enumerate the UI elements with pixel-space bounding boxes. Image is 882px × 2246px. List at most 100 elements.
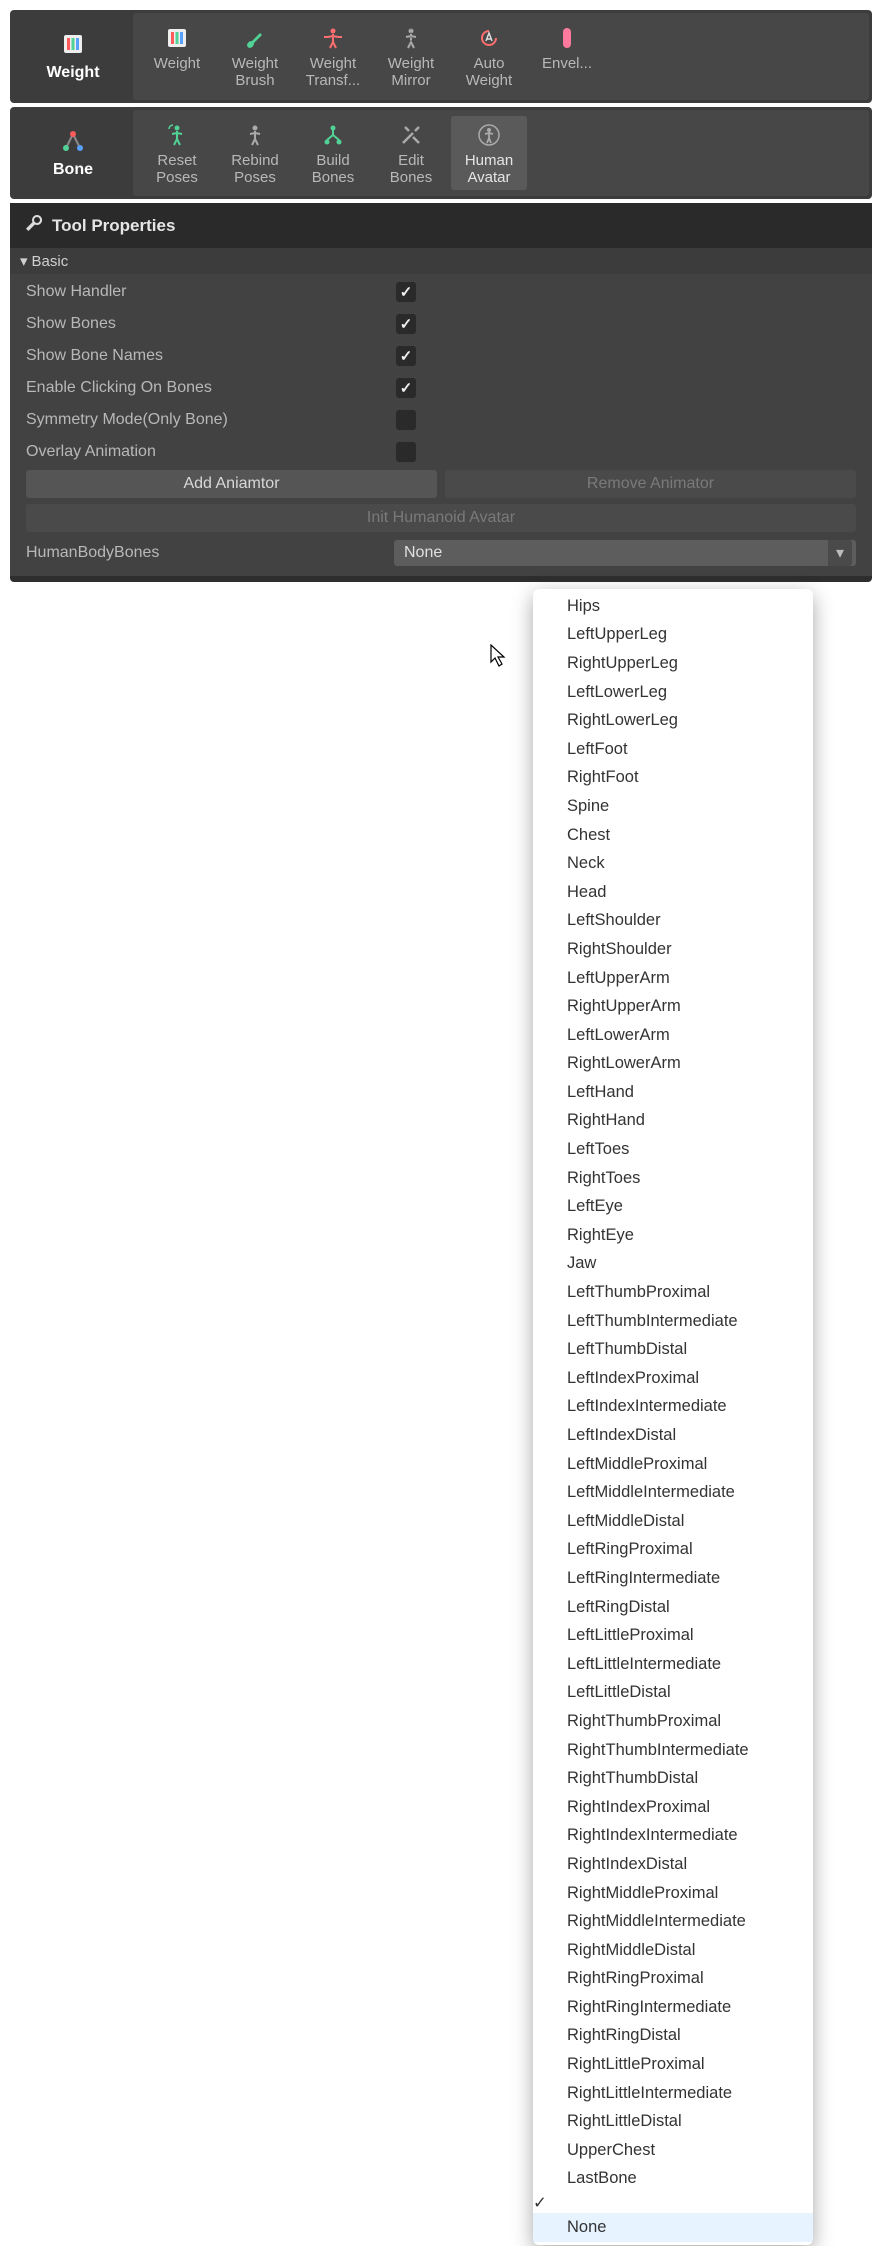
menu-item-none[interactable]: None bbox=[533, 2213, 813, 2242]
sliders-icon bbox=[165, 25, 189, 51]
menu-item-leftupperleg[interactable]: LeftUpperLeg bbox=[533, 621, 813, 650]
menu-item-rightthumbproximal[interactable]: RightThumbProximal bbox=[533, 1707, 813, 1736]
init-humanoid-avatar-button[interactable]: Init Humanoid Avatar bbox=[26, 504, 856, 532]
bone-mode-tab[interactable]: Bone bbox=[13, 110, 133, 197]
menu-item-leftindexintermediate[interactable]: LeftIndexIntermediate bbox=[533, 1393, 813, 1422]
menu-item-rightshoulder[interactable]: RightShoulder bbox=[533, 935, 813, 964]
tool-weight-mirror[interactable]: Weight Mirror bbox=[373, 19, 449, 94]
cursor-icon bbox=[490, 644, 508, 668]
menu-item-leftlittleintermediate[interactable]: LeftLittleIntermediate bbox=[533, 1650, 813, 1679]
menu-item-rightlittleintermediate[interactable]: RightLittleIntermediate bbox=[533, 2079, 813, 2108]
checkbox[interactable] bbox=[396, 378, 416, 398]
humanbodybones-value: None bbox=[404, 544, 442, 562]
menu-item-rightlowerarm[interactable]: RightLowerArm bbox=[533, 1050, 813, 1079]
menu-item-leftringdistal[interactable]: LeftRingDistal bbox=[533, 1593, 813, 1622]
tool-weight-transf-[interactable]: Weight Transf... bbox=[295, 19, 371, 94]
menu-item-upperchest[interactable]: UpperChest bbox=[533, 2136, 813, 2165]
tools-icon bbox=[399, 122, 423, 148]
menu-item-spine[interactable]: Spine bbox=[533, 792, 813, 821]
menu-item-leftlittledistal[interactable]: LeftLittleDistal bbox=[533, 1679, 813, 1708]
menu-item-rightmiddledistal[interactable]: RightMiddleDistal bbox=[533, 1936, 813, 1965]
prop-row-show-bones: Show Bones bbox=[10, 308, 872, 340]
menu-item-leftringintermediate[interactable]: LeftRingIntermediate bbox=[533, 1564, 813, 1593]
menu-item-head[interactable]: Head bbox=[533, 878, 813, 907]
menu-item-rightlittleproximal[interactable]: RightLittleProximal bbox=[533, 2050, 813, 2079]
menu-item-leftlittleproximal[interactable]: LeftLittleProximal bbox=[533, 1621, 813, 1650]
person-icon bbox=[243, 122, 267, 148]
menu-item-rightindexproximal[interactable]: RightIndexProximal bbox=[533, 1793, 813, 1822]
menu-item-leftindexdistal[interactable]: LeftIndexDistal bbox=[533, 1421, 813, 1450]
menu-item-leftmiddleproximal[interactable]: LeftMiddleProximal bbox=[533, 1450, 813, 1479]
menu-item-leftindexproximal[interactable]: LeftIndexProximal bbox=[533, 1364, 813, 1393]
menu-item-rightringdistal[interactable]: RightRingDistal bbox=[533, 2022, 813, 2051]
menu-item-rightthumbintermediate[interactable]: RightThumbIntermediate bbox=[533, 1736, 813, 1765]
tool-label: Human Avatar bbox=[465, 152, 513, 187]
remove-animator-button[interactable]: Remove Animator bbox=[445, 470, 856, 498]
sliders-icon bbox=[60, 30, 86, 58]
menu-item-leftshoulder[interactable]: LeftShoulder bbox=[533, 907, 813, 936]
tool-envel-[interactable]: Envel... bbox=[529, 19, 605, 94]
menu-item-rightupperleg[interactable]: RightUpperLeg bbox=[533, 649, 813, 678]
menu-item-lefthand[interactable]: LeftHand bbox=[533, 1078, 813, 1107]
menu-item-rightthumbdistal[interactable]: RightThumbDistal bbox=[533, 1764, 813, 1793]
menu-item-righttoes[interactable]: RightToes bbox=[533, 1164, 813, 1193]
menu-item-hips[interactable]: Hips bbox=[533, 592, 813, 621]
tool-edit-bones[interactable]: Edit Bones bbox=[373, 116, 449, 191]
checkbox[interactable] bbox=[396, 410, 416, 430]
checkbox[interactable] bbox=[396, 442, 416, 462]
tool-weight-brush[interactable]: Weight Brush bbox=[217, 19, 293, 94]
prop-label: Show Bone Names bbox=[26, 347, 396, 365]
menu-item-lefttoes[interactable]: LeftToes bbox=[533, 1135, 813, 1164]
menu-item-neck[interactable]: Neck bbox=[533, 849, 813, 878]
checkbox[interactable] bbox=[396, 282, 416, 302]
menu-item-rightupperarm[interactable]: RightUpperArm bbox=[533, 992, 813, 1021]
menu-item-rightringintermediate[interactable]: RightRingIntermediate bbox=[533, 1993, 813, 2022]
menu-item-leftmiddleintermediate[interactable]: LeftMiddleIntermediate bbox=[533, 1478, 813, 1507]
menu-item-rightmiddleintermediate[interactable]: RightMiddleIntermediate bbox=[533, 1907, 813, 1936]
prop-label: Show Bones bbox=[26, 315, 396, 333]
menu-item-leftlowerleg[interactable]: LeftLowerLeg bbox=[533, 678, 813, 707]
menu-item-righteye[interactable]: RightEye bbox=[533, 1221, 813, 1250]
tool-reset-poses[interactable]: Reset Poses bbox=[139, 116, 215, 191]
menu-item-rightmiddleproximal[interactable]: RightMiddleProximal bbox=[533, 1879, 813, 1908]
bone-toolbar: Bone Reset PosesRebind PosesBuild BonesE… bbox=[10, 107, 872, 200]
menu-item-rightindexdistal[interactable]: RightIndexDistal bbox=[533, 1850, 813, 1879]
menu-item-leftthumbintermediate[interactable]: LeftThumbIntermediate bbox=[533, 1307, 813, 1336]
menu-item-rightindexintermediate[interactable]: RightIndexIntermediate bbox=[533, 1822, 813, 1851]
tool-rebind-poses[interactable]: Rebind Poses bbox=[217, 116, 293, 191]
weight-mode-tab[interactable]: Weight bbox=[13, 13, 133, 100]
checkbox[interactable] bbox=[396, 314, 416, 334]
tool-auto-weight[interactable]: Auto Weight bbox=[451, 19, 527, 94]
wrench-icon bbox=[24, 213, 44, 238]
menu-item-chest[interactable]: Chest bbox=[533, 821, 813, 850]
menu-item-leftringproximal[interactable]: LeftRingProximal bbox=[533, 1536, 813, 1565]
prop-row-symmetry-mode-only-bone-: Symmetry Mode(Only Bone) bbox=[10, 404, 872, 436]
menu-item-rightfoot[interactable]: RightFoot bbox=[533, 764, 813, 793]
collapse-icon: ▾ bbox=[20, 252, 28, 270]
menu-item-leftmiddledistal[interactable]: LeftMiddleDistal bbox=[533, 1507, 813, 1536]
tool-human-avatar[interactable]: Human Avatar bbox=[451, 116, 527, 191]
person-arrows-icon bbox=[321, 25, 345, 51]
add-animator-button[interactable]: Add Aniamtor bbox=[26, 470, 437, 498]
basic-section-header[interactable]: ▾ Basic bbox=[10, 248, 872, 274]
tool-build-bones[interactable]: Build Bones bbox=[295, 116, 371, 191]
menu-item-rightlowerleg[interactable]: RightLowerLeg bbox=[533, 706, 813, 735]
menu-item-leftupperarm[interactable]: LeftUpperArm bbox=[533, 964, 813, 993]
menu-item-leftlowerarm[interactable]: LeftLowerArm bbox=[533, 1021, 813, 1050]
humanbodybones-dropdown[interactable]: None ▾ bbox=[394, 540, 856, 566]
menu-item-rightlittledistal[interactable]: RightLittleDistal bbox=[533, 2107, 813, 2136]
menu-item-lastbone[interactable]: LastBone bbox=[533, 2165, 813, 2194]
menu-item-leftthumbdistal[interactable]: LeftThumbDistal bbox=[533, 1335, 813, 1364]
tool-label: Weight Brush bbox=[232, 55, 278, 90]
reset-icon bbox=[165, 122, 189, 148]
menu-item-righthand[interactable]: RightHand bbox=[533, 1107, 813, 1136]
menu-item-jaw[interactable]: Jaw bbox=[533, 1250, 813, 1279]
menu-item-lefteye[interactable]: LeftEye bbox=[533, 1192, 813, 1221]
menu-item-leftfoot[interactable]: LeftFoot bbox=[533, 735, 813, 764]
tool-weight[interactable]: Weight bbox=[139, 19, 215, 94]
menu-item-rightringproximal[interactable]: RightRingProximal bbox=[533, 1965, 813, 1994]
bone-mode-label: Bone bbox=[53, 161, 93, 179]
dropdown-arrow-icon: ▾ bbox=[828, 540, 852, 566]
checkbox[interactable] bbox=[396, 346, 416, 366]
menu-item-leftthumbproximal[interactable]: LeftThumbProximal bbox=[533, 1278, 813, 1307]
